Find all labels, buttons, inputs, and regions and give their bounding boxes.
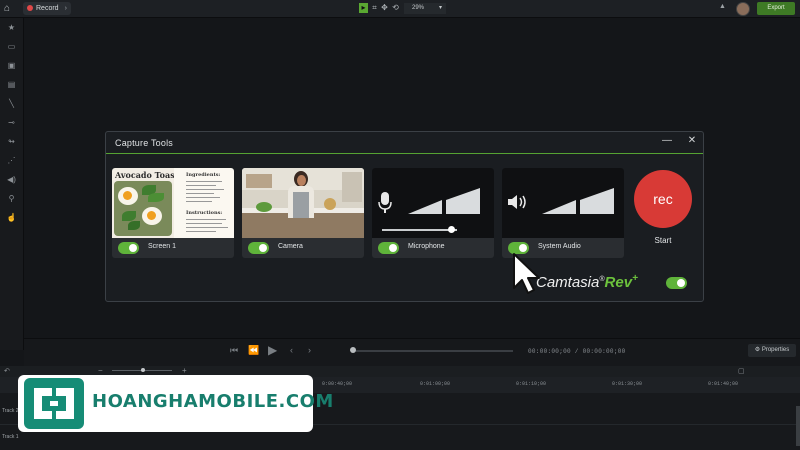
- capture-tools-dialog: Capture Tools — ✕ Avocado Toast Ingredie…: [105, 131, 704, 302]
- system-audio-preview: [502, 168, 624, 238]
- camera-toggle[interactable]: [248, 242, 269, 254]
- screen-preview: Avocado Toast Ingredients: Instructions:: [112, 168, 234, 238]
- rec-button[interactable]: rec: [634, 170, 692, 228]
- playback-bar: ⏮ ⏪ ▶ ‹ › 00:00:00;00 / 00:00:00;00 ⚙ Pr…: [24, 338, 800, 367]
- avatar[interactable]: [736, 2, 750, 16]
- camera-label: Camera: [278, 243, 303, 250]
- interactivity-icon[interactable]: ☝: [5, 211, 18, 224]
- scrub-bar[interactable]: [351, 350, 513, 352]
- microphone-preview: [372, 168, 494, 238]
- rec-label: rec: [653, 191, 673, 207]
- media-icon[interactable]: ▭: [5, 40, 18, 53]
- hoangha-logo-icon: [24, 378, 84, 429]
- track-label: Track 2: [2, 408, 19, 414]
- voice-narration-icon[interactable]: ⚲: [5, 192, 18, 205]
- annotations-icon[interactable]: ▤: [5, 78, 18, 91]
- gear-icon: ⚙: [754, 347, 761, 353]
- properties-label: Properties: [761, 347, 790, 353]
- ingredients-heading: Ingredients:: [186, 172, 221, 178]
- system-audio-label: System Audio: [538, 243, 581, 250]
- chevron-down-icon: ▾: [438, 5, 442, 11]
- properties-button[interactable]: ⚙ Properties: [748, 344, 796, 357]
- level-bars-icon: [408, 188, 480, 214]
- notification-icon[interactable]: ▲: [719, 3, 726, 10]
- audio-effects-icon[interactable]: ◀): [5, 173, 18, 186]
- camera-preview: [242, 168, 364, 238]
- export-label: Export: [767, 5, 785, 11]
- export-button[interactable]: Export: [757, 2, 795, 15]
- rev-toggle[interactable]: [666, 277, 687, 289]
- screen-toggle[interactable]: [118, 242, 139, 254]
- play-icon[interactable]: ▶: [268, 343, 277, 357]
- record-label: Record: [36, 5, 59, 12]
- watermark-text: HOANGHAMOBILE.COM: [92, 391, 334, 412]
- timecode: 00:00:00;00 / 00:00:00;00: [528, 348, 626, 355]
- animations-icon[interactable]: ↬: [5, 135, 18, 148]
- record-dot-icon: [27, 5, 33, 11]
- zoom-out-icon[interactable]: −: [98, 366, 103, 375]
- select-tool-icon[interactable]: ▸: [359, 3, 368, 13]
- close-icon[interactable]: ✕: [686, 135, 698, 147]
- rotate-tool-icon[interactable]: ⟲: [391, 3, 400, 13]
- undo-icon[interactable]: ↶: [4, 367, 10, 375]
- favorites-icon[interactable]: ★: [5, 21, 18, 34]
- ruler-tick: 0:01:00;00: [420, 381, 451, 387]
- ruler-tick: 0:01:30;00: [612, 381, 643, 387]
- microphone-toggle[interactable]: [378, 242, 399, 254]
- previous-icon[interactable]: ‹: [290, 345, 293, 355]
- mic-volume-slider[interactable]: [382, 229, 457, 231]
- mic-volume-knob[interactable]: [448, 226, 455, 233]
- step-back-icon[interactable]: ⏮: [230, 345, 238, 356]
- left-sidebar: ★ ▭ ▣ ▤ ╲ ⊸ ↬ ⋰ ◀) ⚲ ☝: [0, 18, 24, 350]
- behaviors-icon[interactable]: ⊸: [5, 116, 18, 129]
- source-card-microphone[interactable]: Microphone: [372, 168, 494, 258]
- crop-tool-icon[interactable]: ⌗: [370, 3, 379, 13]
- microphone-label: Microphone: [408, 243, 445, 250]
- zoom-in-icon[interactable]: +: [182, 366, 187, 375]
- record-button[interactable]: Record ›: [23, 2, 71, 15]
- zoom-value: 29%: [412, 5, 425, 11]
- source-card-screen[interactable]: Avocado Toast Ingredients: Instructions:…: [112, 168, 234, 258]
- minimize-icon[interactable]: —: [661, 135, 673, 147]
- library-icon[interactable]: ▣: [5, 59, 18, 72]
- screen-label: Screen 1: [148, 243, 177, 250]
- ruler-tick: 0:01:40;00: [708, 381, 739, 387]
- recipe-title: Avocado Toast: [115, 170, 179, 180]
- fit-icon[interactable]: ▢: [738, 367, 745, 375]
- start-label: Start: [654, 236, 672, 245]
- vertical-scrollbar[interactable]: [796, 406, 800, 446]
- source-card-system-audio[interactable]: System Audio: [502, 168, 624, 258]
- scrub-handle[interactable]: [350, 347, 356, 353]
- speaker-icon: [508, 195, 526, 209]
- brand-plus: +: [632, 273, 638, 284]
- cursor-effects-icon[interactable]: ⋰: [5, 154, 18, 167]
- ruler-tick: 0:00:40;00: [322, 381, 353, 387]
- watermark: HOANGHAMOBILE.COM: [18, 375, 333, 432]
- ruler-tick: 0:01:10;00: [516, 381, 547, 387]
- instructions-heading: Instructions:: [186, 210, 223, 216]
- dialog-title: Capture Tools: [115, 138, 173, 148]
- mouse-cursor-icon: [513, 253, 540, 294]
- microphone-icon: [378, 192, 392, 213]
- brand-rev: Rev: [604, 274, 633, 291]
- food-image: [114, 181, 172, 236]
- title-divider: [106, 153, 703, 154]
- pan-tool-icon[interactable]: ✥: [380, 3, 389, 13]
- source-card-camera[interactable]: Camera: [242, 168, 364, 258]
- level-bars-icon: [542, 188, 614, 214]
- camtasia-rev-logo: Camtasia®Rev+: [536, 273, 638, 291]
- zoom-dropdown[interactable]: 29% ▾: [404, 3, 446, 14]
- top-toolbar: ⌂ Record › ▸ ⌗ ✥ ⟲ 29% ▾ ▲ Export: [0, 0, 800, 18]
- transitions-icon[interactable]: ╲: [5, 97, 18, 110]
- prev-frame-icon[interactable]: ⏪: [248, 345, 259, 356]
- brand-main: Camtasia: [536, 274, 600, 291]
- home-icon[interactable]: ⌂: [4, 3, 15, 14]
- next-icon[interactable]: ›: [308, 345, 311, 355]
- timeline-zoom-knob[interactable]: [141, 368, 145, 372]
- track-label: Track 1: [2, 434, 19, 440]
- chevron-right-icon: ›: [64, 5, 67, 12]
